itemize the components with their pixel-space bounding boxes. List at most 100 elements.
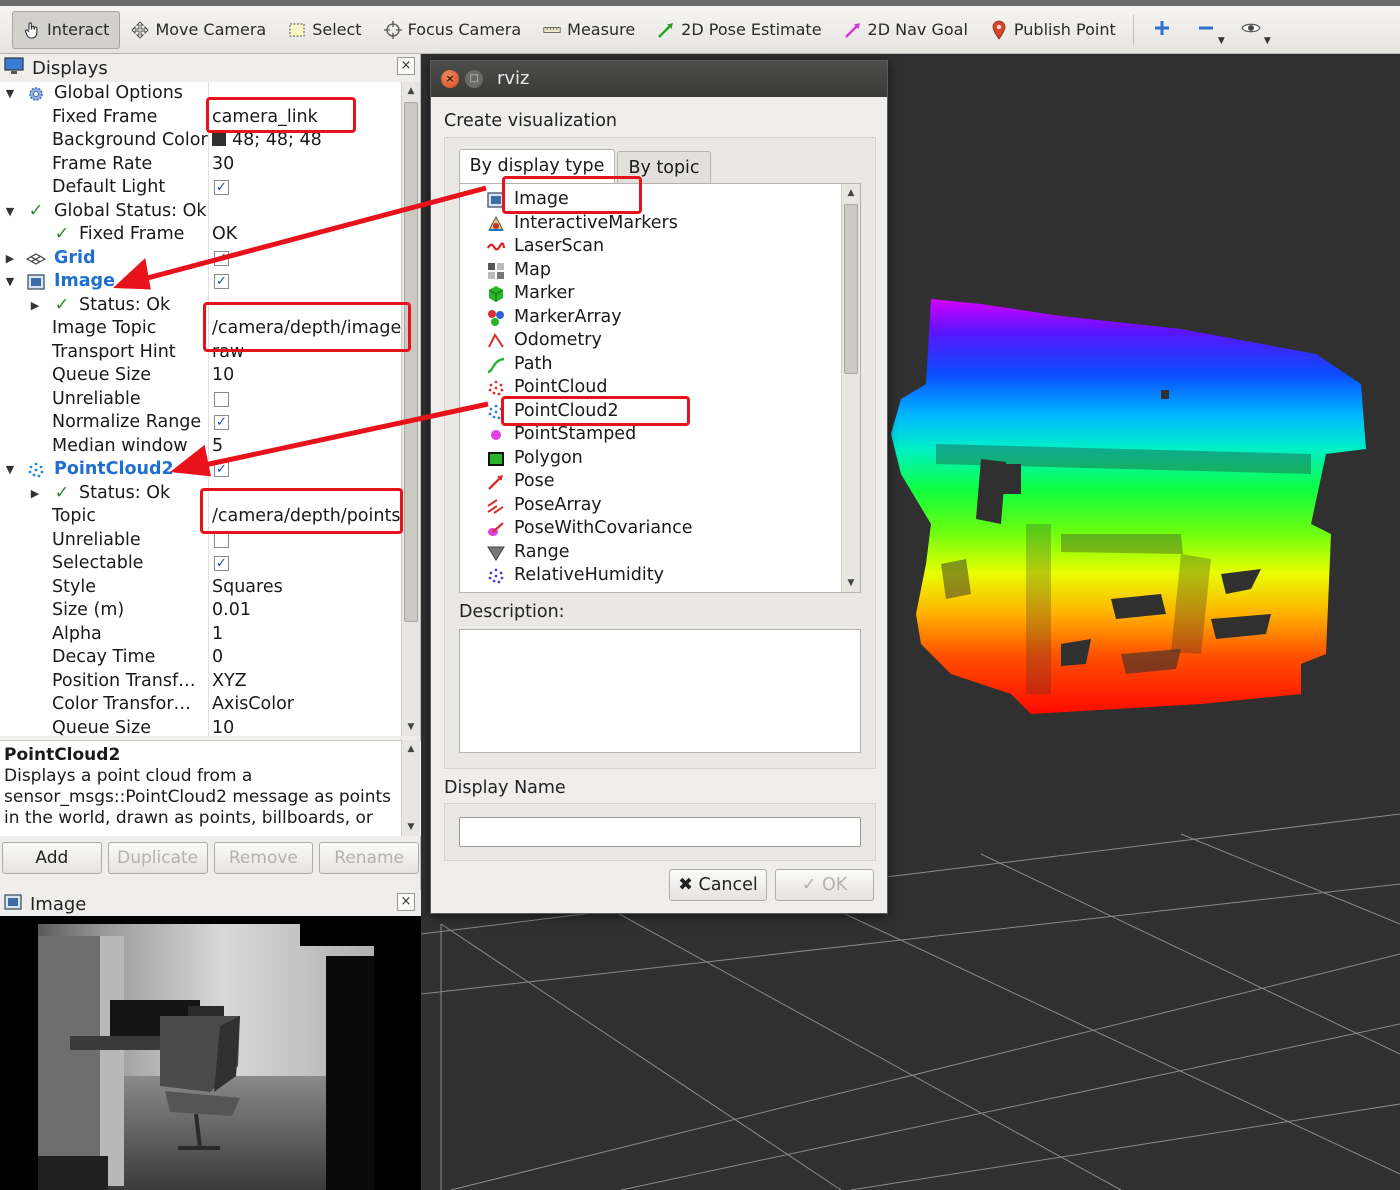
tree-row-frame-rate[interactable]: Frame Rate 30 <box>0 153 402 177</box>
tree-row-median-window[interactable]: Median window 5 <box>0 435 402 459</box>
expand-arrow-icon[interactable]: ▼ <box>3 200 17 224</box>
display-type-list-scrollbar[interactable]: ▲ ▼ <box>841 184 860 592</box>
tree-row-size[interactable]: Size (m) 0.01 <box>0 599 402 623</box>
tree-row-label: Median window <box>52 435 188 456</box>
list-item-point-stamped[interactable]: PointStamped <box>491 423 636 447</box>
normalize-range-checkbox[interactable]: ✓ <box>214 415 229 430</box>
publish-point-tool[interactable]: Publish Point <box>979 11 1127 49</box>
list-item-relative-humidity[interactable]: RelativeHumidity <box>488 564 664 588</box>
alpha-value[interactable]: 1 <box>212 623 223 647</box>
tree-row-image[interactable]: ▼ Image ✓ <box>0 270 402 294</box>
move-camera-tool[interactable]: Move Camera <box>120 11 277 49</box>
collapsed-arrow-icon[interactable]: ▶ <box>28 482 42 506</box>
queue-size-value[interactable]: 10 <box>212 717 234 737</box>
rename-button[interactable]: Rename <box>319 842 419 874</box>
annotation-box-image-item <box>502 176 642 214</box>
measure-tool[interactable]: Measure <box>532 11 646 49</box>
displays-tree-scrollbar[interactable]: ▲ ▼ <box>401 82 420 736</box>
scroll-down-icon[interactable]: ▼ <box>402 818 420 836</box>
tree-row-fixed-frame-status[interactable]: ✓ Fixed Frame OK <box>0 223 402 247</box>
image-panel-title: Image <box>30 893 87 915</box>
list-item-range[interactable]: Range <box>487 541 569 565</box>
displays-panel-title: Displays <box>32 57 108 79</box>
median-window-value[interactable]: 5 <box>212 435 223 459</box>
scrollbar-thumb[interactable] <box>844 204 858 374</box>
tree-row-default-light[interactable]: Default Light ✓ <box>0 176 402 200</box>
select-tool[interactable]: Select <box>277 11 372 49</box>
selectable-checkbox[interactable]: ✓ <box>214 556 229 571</box>
expand-arrow-icon[interactable]: ▼ <box>3 82 17 106</box>
frame-rate-value[interactable]: 30 <box>212 153 234 177</box>
color-transformer-value[interactable]: AxisColor <box>212 693 294 717</box>
scroll-up-icon[interactable]: ▲ <box>842 184 860 202</box>
list-item-pose-with-covariance[interactable]: PoseWithCovariance <box>488 517 693 541</box>
focus-camera-tool[interactable]: Focus Camera <box>373 11 533 49</box>
tree-row-label: Unreliable <box>52 388 141 409</box>
remove-button[interactable]: Remove <box>213 842 314 874</box>
add-button[interactable]: Add <box>2 842 102 874</box>
collapsed-arrow-icon[interactable]: ▶ <box>28 294 42 318</box>
tree-row-label: Transport Hint <box>52 341 176 362</box>
list-item-pose[interactable]: Pose <box>488 470 555 494</box>
tree-row-color-transformer[interactable]: Color Transfor… AxisColor <box>0 693 402 717</box>
collapsed-arrow-icon[interactable]: ▶ <box>3 247 17 271</box>
list-item-marker[interactable]: Marker <box>488 282 575 306</box>
ok-button[interactable]: ✓ OK <box>775 869 874 901</box>
add-tool-button[interactable] <box>1140 11 1184 49</box>
view-options-button[interactable]: ▼ <box>1228 11 1274 49</box>
close-image-panel-button[interactable]: × <box>397 893 415 911</box>
odometry-icon <box>486 331 506 351</box>
image-enabled-checkbox[interactable]: ✓ <box>214 274 229 289</box>
scroll-up-icon[interactable]: ▲ <box>402 82 420 100</box>
tree-row-decay-time[interactable]: Decay Time 0 <box>0 646 402 670</box>
list-item-polygon[interactable]: Polygon <box>488 447 583 471</box>
cancel-button[interactable]: ✖ Cancel <box>669 869 767 901</box>
tree-row-unreliable[interactable]: Unreliable <box>0 388 402 412</box>
list-item-interactive-markers[interactable]: InteractiveMarkers <box>488 212 678 236</box>
tree-row-normalize-range[interactable]: Normalize Range ✓ <box>0 411 402 435</box>
tree-row-queue-size[interactable]: Queue Size 10 <box>0 364 402 388</box>
pointcloud2-enabled-checkbox[interactable]: ✓ <box>214 462 229 477</box>
close-icon[interactable]: × <box>441 70 459 88</box>
list-item-odometry[interactable]: Odometry <box>488 329 602 353</box>
pose-estimate-tool[interactable]: 2D Pose Estimate <box>646 11 832 49</box>
list-item-path[interactable]: Path <box>487 353 552 377</box>
duplicate-button[interactable]: Duplicate <box>107 842 208 874</box>
tree-row-grid[interactable]: ▶ Grid ✓ <box>0 247 402 271</box>
list-item-map[interactable]: Map <box>488 259 551 283</box>
scroll-down-icon[interactable]: ▼ <box>842 574 860 592</box>
expand-arrow-icon[interactable]: ▼ <box>3 458 17 482</box>
unreliable-checkbox[interactable] <box>214 391 229 407</box>
tree-row-pointcloud2[interactable]: ▼ PointCloud2 ✓ <box>0 458 402 482</box>
size-value[interactable]: 0.01 <box>212 599 251 623</box>
default-light-checkbox[interactable]: ✓ <box>214 180 229 195</box>
interact-tool[interactable]: Interact <box>12 10 121 49</box>
description-scrollbar[interactable]: ▲ ▼ <box>401 740 420 836</box>
style-value[interactable]: Squares <box>212 576 283 600</box>
list-item-marker-array[interactable]: MarkerArray <box>488 306 622 330</box>
remove-tool-button[interactable]: ▼ <box>1184 11 1228 49</box>
scroll-up-icon[interactable]: ▲ <box>402 740 420 758</box>
unreliable-checkbox[interactable] <box>214 532 229 548</box>
list-item-laser-scan[interactable]: LaserScan <box>487 235 604 259</box>
queue-size-value[interactable]: 10 <box>212 364 234 388</box>
close-displays-panel-button[interactable]: × <box>397 57 415 75</box>
range-cone-icon <box>486 543 506 563</box>
tree-row-queue-size-2[interactable]: Queue Size 10 <box>0 717 402 737</box>
tree-row-position-transformer[interactable]: Position Transf… XYZ <box>0 670 402 694</box>
fixed-frame-status-value: OK <box>212 224 238 244</box>
scrollbar-thumb[interactable] <box>404 102 418 622</box>
list-item-pose-array[interactable]: PoseArray <box>487 494 602 518</box>
maximize-icon[interactable]: □ <box>465 70 483 88</box>
expand-arrow-icon[interactable]: ▼ <box>3 270 17 294</box>
grid-enabled-checkbox[interactable]: ✓ <box>214 250 229 266</box>
nav-goal-tool[interactable]: 2D Nav Goal <box>833 11 979 49</box>
tree-row-selectable[interactable]: Selectable ✓ <box>0 552 402 576</box>
display-name-input[interactable] <box>459 817 861 847</box>
position-transformer-value[interactable]: XYZ <box>212 670 247 694</box>
decay-time-value[interactable]: 0 <box>212 646 223 670</box>
tree-row-global-status[interactable]: ▼ ✓ Global Status: Ok <box>0 200 402 224</box>
tree-row-style[interactable]: Style Squares <box>0 576 402 600</box>
tree-row-alpha[interactable]: Alpha 1 <box>0 623 402 647</box>
scroll-down-icon[interactable]: ▼ <box>402 718 420 736</box>
